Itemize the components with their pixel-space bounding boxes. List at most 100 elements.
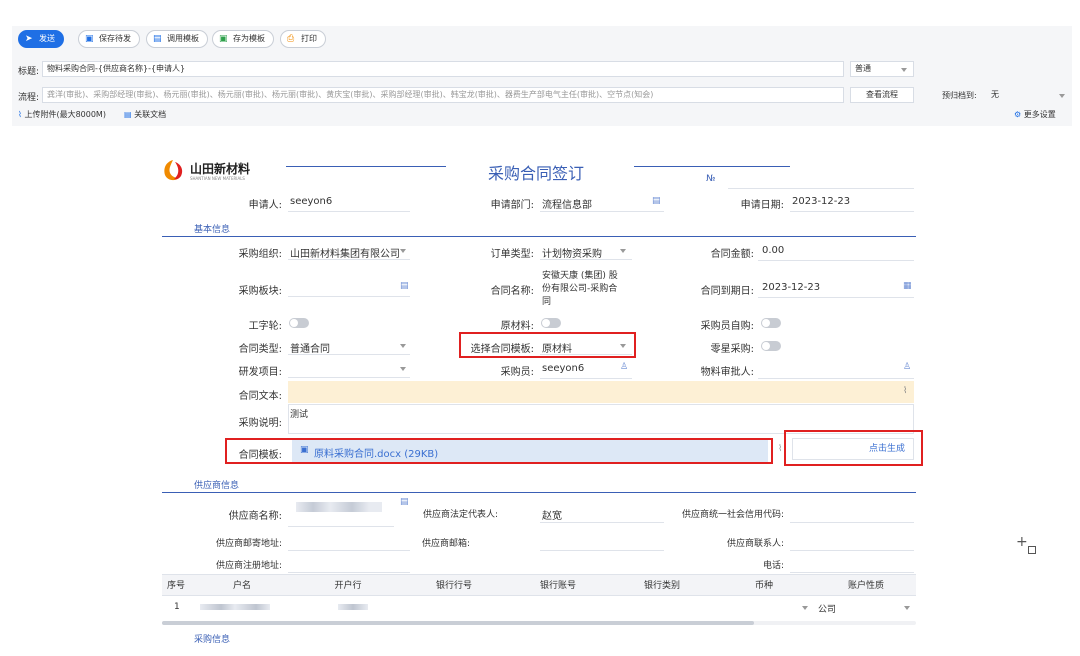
highlight-generate-button	[784, 430, 923, 466]
org-label: 采购组织:	[238, 249, 282, 260]
raw-material-toggle[interactable]	[541, 318, 561, 328]
table-header-no: 序号	[166, 581, 185, 591]
contract-name-line1: 安徽天康 (集团) 股	[542, 271, 618, 281]
reg-address-field[interactable]	[288, 572, 410, 573]
chevron-down-icon[interactable]	[904, 606, 910, 610]
block-field[interactable]	[288, 296, 410, 297]
more-settings-link[interactable]: ⚙ 更多设置	[1014, 109, 1056, 120]
self-purchase-toggle[interactable]	[761, 318, 781, 328]
mail-address-field[interactable]	[288, 550, 410, 551]
wheel-toggle[interactable]	[289, 318, 309, 328]
person-picker-icon[interactable]: ♙	[903, 362, 911, 372]
contact-field[interactable]	[790, 550, 914, 551]
upload-attachment-link[interactable]: ⌇ 上传附件(最大8000M)	[18, 109, 106, 120]
supplier-name-field[interactable]	[288, 526, 394, 527]
date-value: 2023-12-23	[792, 196, 851, 207]
spare-purchase-toggle[interactable]	[761, 341, 781, 351]
contract-text-attachment-field[interactable]	[288, 381, 914, 403]
date-field	[790, 211, 914, 212]
priority-select[interactable]: 普通	[850, 61, 914, 77]
paperclip-icon[interactable]: ⌇	[903, 386, 907, 396]
table-scrollbar-thumb[interactable]	[162, 621, 754, 625]
chevron-down-icon	[620, 249, 626, 253]
expire-value: 2023-12-23	[762, 282, 821, 293]
save-draft-button[interactable]: ▣ 保存待发	[78, 30, 140, 48]
credit-code-field[interactable]	[790, 522, 914, 523]
link-doc-icon: ▤	[124, 110, 132, 119]
archive-select[interactable]: 无	[986, 87, 1070, 103]
calendar-icon[interactable]: ▦	[903, 281, 912, 291]
order-type-select[interactable]: 计划物资采购	[540, 242, 632, 260]
use-template-button[interactable]: ▤ 调用模板	[146, 30, 208, 48]
mail-address-label: 供应商邮寄地址:	[215, 539, 282, 549]
applicant-label: 申请人:	[248, 200, 282, 211]
print-button[interactable]: ⎙ 打印	[280, 30, 326, 48]
org-picker-icon[interactable]: ▤	[652, 196, 661, 206]
legal-rep-label: 供应商法定代表人:	[422, 510, 498, 520]
header-line-right	[634, 166, 790, 167]
account-name-redacted	[200, 604, 270, 610]
order-type-label: 订单类型:	[490, 249, 534, 260]
applicant-value: seeyon6	[290, 196, 333, 207]
table-header-account-name: 户名	[232, 581, 251, 591]
email-field[interactable]	[540, 550, 664, 551]
contract-type-select[interactable]: 普通合同	[288, 337, 410, 355]
table-scrollbar-track[interactable]	[162, 621, 916, 625]
amount-field[interactable]	[758, 260, 914, 261]
contact-label: 供应商联系人:	[726, 539, 784, 549]
expire-field	[758, 297, 914, 298]
chevron-down-icon	[901, 68, 907, 72]
section-supplier-line	[162, 492, 916, 493]
amount-label: 合同金额:	[710, 249, 754, 260]
person-picker-icon[interactable]: ♙	[620, 362, 628, 372]
number-input[interactable]	[728, 188, 914, 189]
flow-input[interactable]: 龚洋(审批)、采购部经理(审批)、杨元丽(审批)、杨元丽(审批)、杨元丽(审批)…	[42, 87, 844, 103]
legal-rep-value: 赵宽	[542, 511, 562, 522]
save-mini-icon	[1028, 546, 1036, 554]
contract-name-line3: 同	[542, 297, 552, 307]
save-as-template-button[interactable]: ▣ 存为模板	[212, 30, 274, 48]
view-flow-button[interactable]: 查看流程	[850, 87, 914, 103]
rd-project-select[interactable]	[288, 360, 410, 378]
company-logo-icon	[162, 158, 184, 182]
table-header-bank: 开户行	[334, 581, 362, 591]
spare-purchase-label: 零星采购:	[710, 344, 754, 355]
list-picker-icon[interactable]: ▤	[400, 281, 409, 291]
table-header-currency: 币种	[754, 581, 773, 591]
date-label: 申请日期:	[740, 200, 784, 211]
chevron-down-icon[interactable]	[802, 606, 808, 610]
section-basic-line	[162, 236, 916, 237]
phone-field[interactable]	[790, 572, 914, 573]
buyer-field	[540, 378, 632, 379]
wheel-label: 工字轮:	[248, 321, 282, 332]
company-subtitle: SHANTIAN NEW MATERIALS	[190, 176, 245, 181]
expire-label: 合同到期日:	[700, 286, 754, 297]
buyer-value: seeyon6	[542, 363, 585, 374]
contract-name-label: 合同名称:	[490, 286, 534, 297]
header-line-left	[286, 166, 446, 167]
table-row[interactable]: 1 公司	[162, 596, 916, 620]
form-title: 采购合同签订	[488, 164, 585, 183]
org-select[interactable]: 山田新材料集团有限公司	[288, 242, 410, 260]
highlight-template-file	[225, 438, 773, 464]
table-header-account-no: 银行账号	[539, 581, 576, 591]
number-label: №	[706, 174, 716, 184]
paperclip-icon[interactable]: ⌇	[778, 444, 782, 454]
table-header-bank-code: 银行行号	[435, 581, 472, 591]
applicant-field	[288, 211, 410, 212]
title-input[interactable]: 物料采购合同-{供应商名称}-{申请人}	[42, 61, 844, 77]
send-button[interactable]: ➤ 发送	[18, 30, 64, 48]
save-icon: ▣	[85, 34, 94, 44]
reg-address-label: 供应商注册地址:	[215, 561, 282, 571]
list-picker-icon[interactable]: ▤	[400, 497, 409, 507]
contract-name-line2: 份有限公司-采购合	[542, 284, 618, 294]
approver-field[interactable]	[758, 378, 914, 379]
flow-label: 流程:	[18, 93, 40, 103]
save-template-icon: ▣	[219, 34, 228, 44]
related-docs-link[interactable]: ▤ 关联文档	[124, 109, 166, 120]
amount-value: 0.00	[762, 245, 785, 256]
legal-rep-field	[540, 522, 664, 523]
buyer-label: 采购员:	[500, 367, 534, 378]
print-icon: ⎙	[287, 34, 295, 44]
table-header-account-nature: 账户性质	[847, 581, 884, 591]
